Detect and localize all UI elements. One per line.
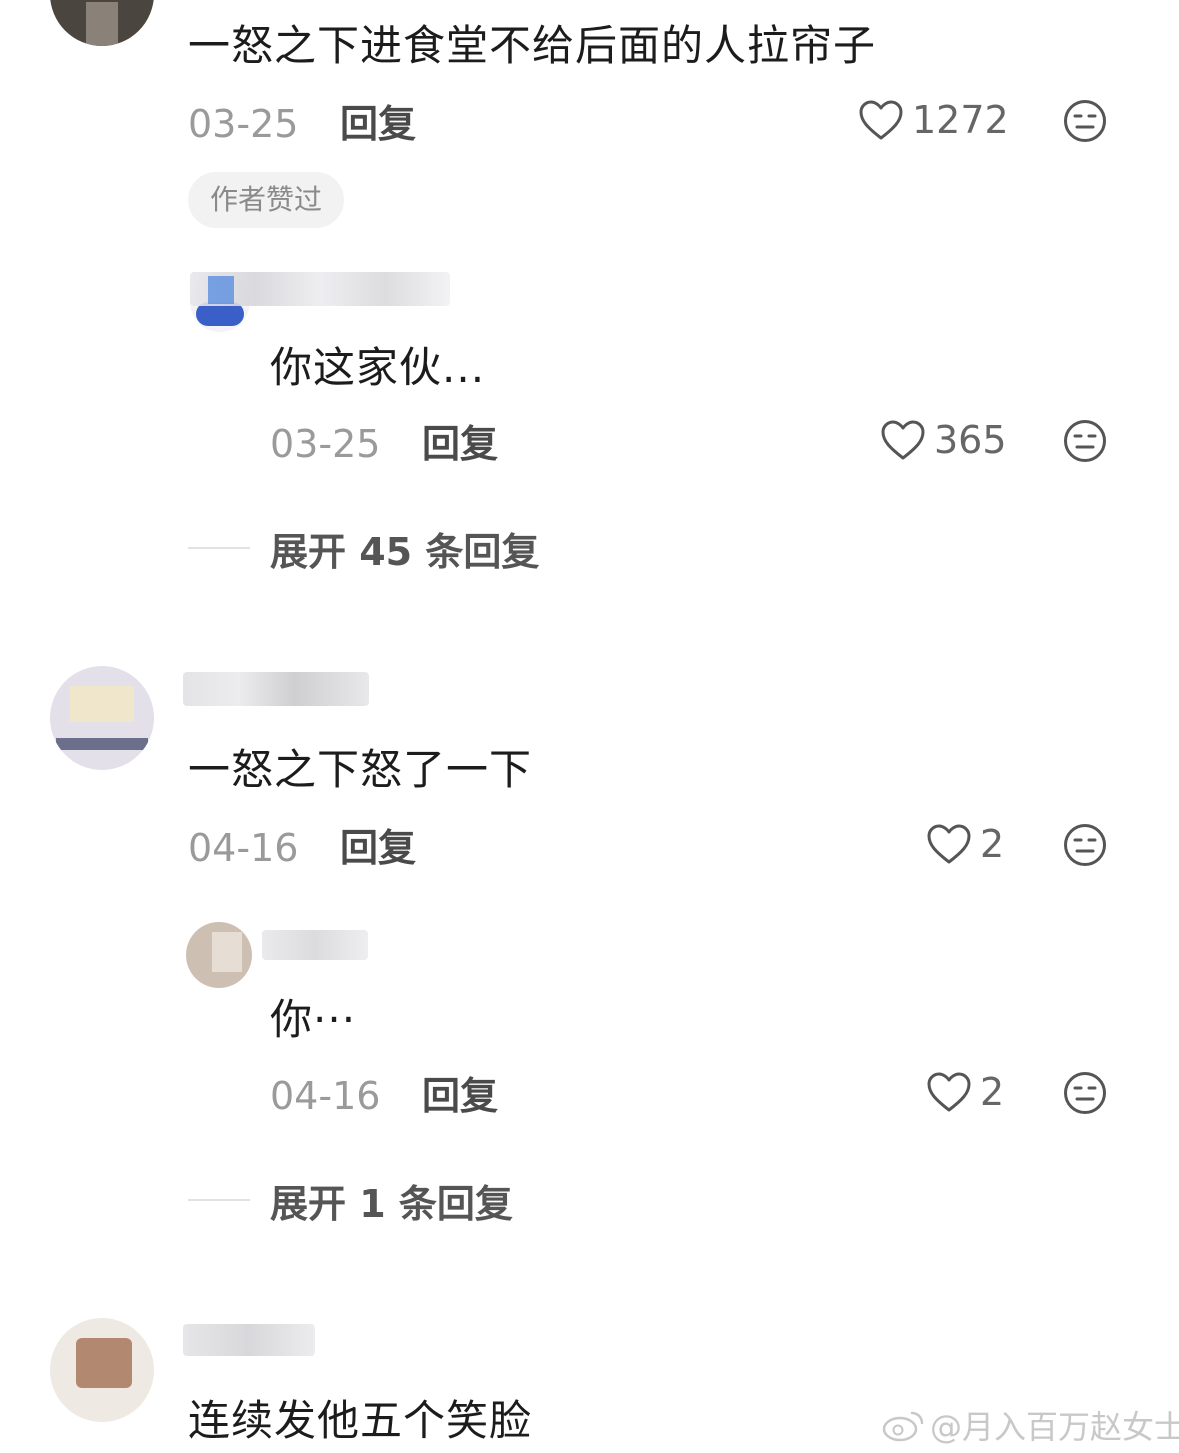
watermark-text: @月入百万赵女士 <box>930 1408 1179 1446</box>
comment-date: 04-16 <box>188 826 299 870</box>
like-button[interactable]: 365 <box>880 416 1007 464</box>
reply-date: 03-25 <box>270 422 381 466</box>
username-blurred <box>262 930 368 960</box>
comment-text: 一怒之下怒了一下 <box>188 745 533 794</box>
heart-outline-icon <box>927 824 971 864</box>
like-count: 2 <box>980 1070 1005 1114</box>
expand-replies-label: 展开 45 条回复 <box>270 529 540 574</box>
avatar-image <box>86 2 118 46</box>
avatar-image <box>212 932 242 972</box>
comment-text: 连续发他五个笑脸 <box>188 1396 533 1445</box>
expand-replies-button[interactable]: 展开 1 条回复 <box>188 1176 513 1226</box>
reply-button[interactable]: 回复 <box>422 420 498 468</box>
divider-line <box>188 547 250 549</box>
like-count: 1272 <box>912 98 1009 142</box>
neutral-face-icon[interactable] <box>1063 419 1107 463</box>
comment-text: 一怒之下进食堂不给后面的人拉帘子 <box>188 21 877 70</box>
comment-date: 03-25 <box>188 102 299 146</box>
reply-button[interactable]: 回复 <box>340 100 416 148</box>
reply-text: 你··· <box>270 995 357 1044</box>
like-button[interactable]: 2 <box>926 1068 1004 1116</box>
expand-replies-button[interactable]: 展开 45 条回复 <box>188 524 539 574</box>
like-button[interactable]: 2 <box>926 820 1004 868</box>
divider-line <box>188 1199 250 1201</box>
expand-replies-label: 展开 1 条回复 <box>270 1181 513 1226</box>
neutral-face-icon[interactable] <box>1063 99 1107 143</box>
avatar-image <box>76 1338 132 1388</box>
neutral-face-icon[interactable] <box>1063 1071 1107 1115</box>
weibo-logo-icon <box>882 1411 924 1442</box>
heart-outline-icon <box>881 420 925 460</box>
reply-button[interactable]: 回复 <box>422 1072 498 1120</box>
like-count: 2 <box>980 822 1005 866</box>
avatar[interactable] <box>186 922 252 988</box>
heart-outline-icon <box>927 1072 971 1112</box>
username-blurred <box>183 1324 315 1356</box>
avatar[interactable] <box>50 1318 154 1422</box>
neutral-face-icon[interactable] <box>1063 823 1107 867</box>
like-button[interactable]: 1272 <box>858 96 1009 144</box>
reply-button[interactable]: 回复 <box>340 824 416 872</box>
heart-outline-icon <box>859 100 903 140</box>
avatar-image-detail <box>56 738 148 750</box>
username-blurred <box>183 672 369 706</box>
avatar[interactable] <box>50 0 154 46</box>
username-blurred-accent <box>208 276 234 304</box>
reply-date: 04-16 <box>270 1074 381 1118</box>
author-liked-badge: 作者赞过 <box>188 172 345 228</box>
watermark: @月入百万赵女士 <box>882 1402 1179 1448</box>
avatar-image <box>70 686 134 722</box>
avatar[interactable] <box>50 666 154 770</box>
like-count: 365 <box>934 418 1007 462</box>
reply-text: 你这家伙... <box>270 343 486 392</box>
